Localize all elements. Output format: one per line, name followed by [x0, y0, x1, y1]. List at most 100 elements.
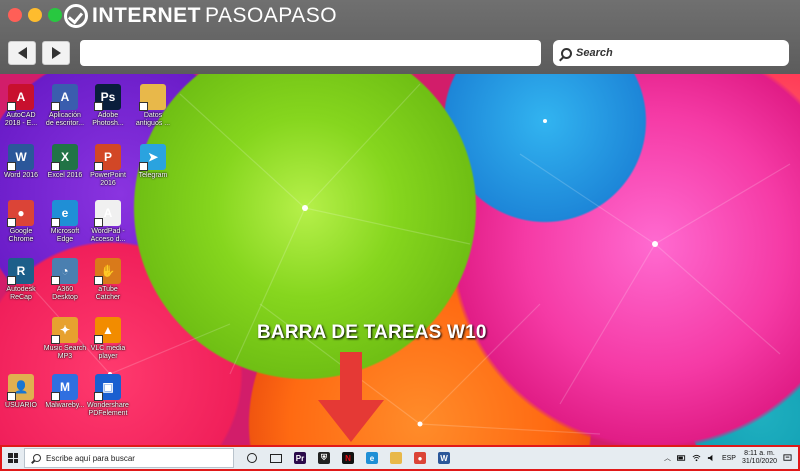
desktop-shortcut[interactable]: P PowerPoint 2016 — [85, 144, 131, 188]
desktop-shortcut-label: Word 2016 — [3, 172, 39, 179]
volume-icon[interactable] — [707, 454, 716, 462]
edge-icon: e — [51, 200, 78, 227]
taskbar-app-button[interactable] — [384, 447, 408, 469]
desktop-shortcut[interactable]: ✦ Music Search MP3 — [42, 317, 88, 361]
desktop-shortcut[interactable]: A AutoCAD 2018 - E... — [0, 84, 44, 128]
desktop-shortcut-label: Wondershare PDFelement — [87, 402, 129, 417]
taskbar: Escribe aquí para buscar Pr ⛨ Ne ● W ︿ ESP 8… — [2, 447, 798, 469]
desktop-shortcut[interactable]: X Excel 2016 — [42, 144, 88, 180]
taskbar-app-button[interactable]: W — [432, 447, 456, 469]
desktop-shortcut[interactable]: R Autodesk ReCap — [0, 258, 44, 302]
autodesk-app-icon: A — [51, 84, 78, 111]
desktop-shortcut[interactable]: 👤 USUARIO — [0, 374, 44, 410]
music-search-icon: ✦ — [51, 317, 78, 344]
notifications-icon[interactable] — [783, 454, 792, 462]
desktop-shortcut-label: A360 Desktop — [52, 286, 78, 301]
task-view-icon — [270, 453, 282, 463]
address-bar[interactable] — [80, 40, 541, 66]
desktop-shortcut[interactable]: ✋ aTube Catcher — [85, 258, 131, 302]
vlc-icon: ▲ — [94, 317, 121, 344]
cortana-icon — [247, 453, 257, 463]
desktop-shortcut[interactable]: ➤ Telegram — [130, 144, 176, 180]
window-controls — [8, 8, 62, 22]
taskbar-app-button[interactable]: e — [360, 447, 384, 469]
start-button[interactable] — [2, 447, 24, 469]
desktop-shortcut-label: Autodesk ReCap — [6, 286, 36, 301]
desktop-shortcut[interactable]: ◔ A360 Desktop — [42, 258, 88, 302]
battery-icon[interactable] — [676, 454, 686, 462]
chrome-icon: ● — [414, 452, 426, 464]
recap-icon: R — [7, 258, 34, 285]
desktop-shortcut-label: aTube Catcher — [95, 286, 121, 301]
file-explorer-icon — [390, 452, 402, 464]
desktop-shortcut-label: WordPad - Acceso d... — [90, 228, 126, 243]
desktop-shortcut[interactable]: W Word 2016 — [0, 144, 44, 180]
pdfelement-icon: ▣ — [94, 374, 121, 401]
back-button[interactable] — [8, 41, 36, 65]
desktop-shortcut[interactable]: Ps Adobe Photosh... — [85, 84, 131, 128]
taskbar-app-button[interactable]: Pr — [288, 447, 312, 469]
desktop-shortcut-label: Datos antiguos ... — [135, 112, 171, 127]
malwarebytes-icon: M — [51, 374, 78, 401]
desktop-shortcut-label: Microsoft Edge — [50, 228, 80, 243]
desktop-shortcut-label: USUARIO — [5, 402, 37, 409]
site-logo: INTERNET PASOAPASO — [64, 4, 337, 28]
autocad-icon: A — [7, 84, 34, 111]
system-tray: ︿ ESP 8:11 a. m. 31/10/2020 — [664, 447, 798, 469]
desktop-shortcut[interactable]: Datos antiguos ... — [130, 84, 176, 128]
checkmark-logo-icon — [64, 4, 88, 28]
clock[interactable]: 8:11 a. m. 31/10/2020 — [742, 450, 777, 466]
search-icon — [33, 454, 41, 462]
windows-logo-icon — [8, 453, 18, 463]
taskbar-app-button[interactable] — [240, 447, 264, 469]
atube-icon: ✋ — [94, 258, 121, 285]
folder-icon — [139, 84, 166, 111]
edge-icon: e — [366, 452, 378, 464]
chrome-icon: ● — [7, 200, 34, 227]
taskbar-search-placeholder: Escribe aquí para buscar — [46, 453, 135, 463]
minimize-window-button[interactable] — [28, 8, 42, 22]
desktop-shortcut[interactable]: e Microsoft Edge — [42, 200, 88, 244]
desktop-shortcut-label: PowerPoint 2016 — [90, 172, 126, 187]
taskbar-app-button[interactable]: N — [336, 447, 360, 469]
search-label: Search — [576, 47, 613, 59]
forward-arrow-icon — [51, 47, 61, 59]
maximize-window-button[interactable] — [48, 8, 62, 22]
desktop-shortcut[interactable]: ▲ VLC media player — [85, 317, 131, 361]
desktop-shortcut-label: Music Search MP3 — [43, 345, 87, 360]
taskbar-app-button[interactable]: ⛨ — [312, 447, 336, 469]
desktop-shortcut[interactable]: A WordPad - Acceso d... — [85, 200, 131, 244]
telegram-icon: ➤ — [139, 144, 166, 171]
netflix-icon: N — [342, 452, 354, 464]
taskbar-search-box[interactable]: Escribe aquí para buscar — [24, 448, 234, 468]
desktop-shortcut-label: Aplicación de escritor... — [45, 112, 85, 127]
wifi-icon[interactable] — [692, 454, 701, 462]
clock-time: 8:11 a. m. — [744, 450, 775, 457]
down-arrow-icon — [318, 352, 384, 442]
desktop-shortcut-label: Google Chrome — [8, 228, 34, 243]
desktop-shortcut[interactable]: M Malwareby... — [42, 374, 88, 410]
logo-text-accent: PASOAPASO — [205, 4, 338, 27]
taskbar-app-button[interactable]: ● — [408, 447, 432, 469]
close-window-button[interactable] — [8, 8, 22, 22]
desktop-shortcut[interactable]: ▣ Wondershare PDFelement — [85, 374, 131, 418]
browser-search-field[interactable]: Search — [553, 40, 789, 66]
desktop-shortcut[interactable]: ● Google Chrome — [0, 200, 44, 244]
desktop-shortcut-label: Malwareby... — [45, 402, 85, 409]
taskbar-app-button[interactable] — [264, 447, 288, 469]
excel-icon: X — [51, 144, 78, 171]
user-folder-icon: 👤 — [7, 374, 34, 401]
desktop-shortcut[interactable]: A Aplicación de escritor... — [42, 84, 88, 128]
desktop-shortcut-label: Adobe Photosh... — [92, 112, 124, 127]
powerpoint-icon: P — [94, 144, 121, 171]
chevron-up-icon[interactable]: ︿ — [664, 453, 671, 463]
clock-date: 31/10/2020 — [741, 458, 777, 465]
forward-button[interactable] — [42, 41, 70, 65]
word-icon: W — [7, 144, 34, 171]
word-icon: W — [438, 452, 450, 464]
language-indicator[interactable]: ESP — [722, 455, 736, 462]
back-arrow-icon — [17, 47, 27, 59]
photoshop-icon: Ps — [94, 84, 121, 111]
search-icon — [561, 47, 572, 59]
a360-icon: ◔ — [51, 258, 78, 285]
